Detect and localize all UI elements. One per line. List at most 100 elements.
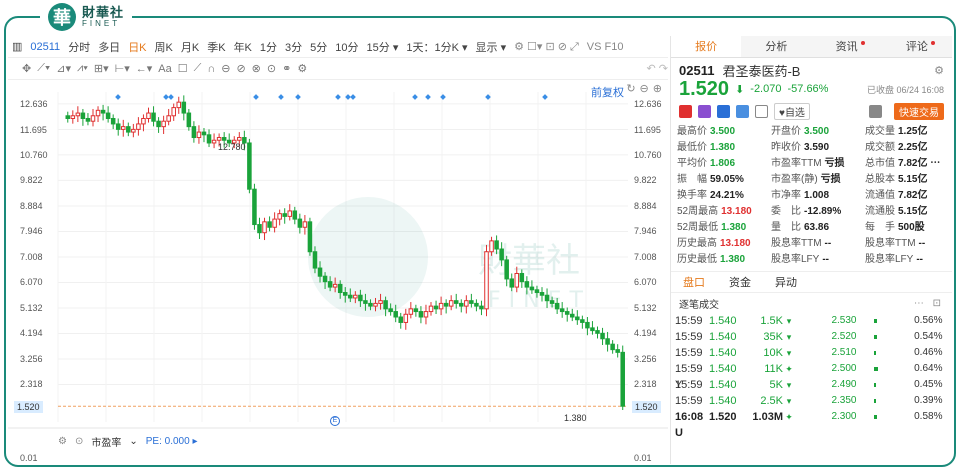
candle-body[interactable]	[307, 221, 313, 253]
candle-body[interactable]	[368, 302, 373, 307]
candle-body[interactable]	[595, 330, 600, 334]
event-marker-icon[interactable]	[335, 94, 341, 100]
candle-body[interactable]	[247, 142, 252, 190]
candle-body[interactable]	[176, 101, 182, 109]
period-option[interactable]: 月K	[177, 39, 203, 55]
candle-body[interactable]	[191, 126, 197, 139]
candle-body[interactable]	[479, 305, 484, 310]
candle-body[interactable]	[570, 313, 575, 318]
candle-body[interactable]	[237, 137, 242, 141]
event-marker-icon[interactable]	[278, 94, 284, 100]
candle-body[interactable]	[342, 292, 348, 296]
candle-body[interactable]	[620, 351, 625, 407]
candle-body[interactable]	[110, 117, 116, 125]
adjust-toggle[interactable]: 前复权	[591, 84, 624, 100]
gear-icon[interactable]: ⚙	[58, 436, 67, 447]
candle-body[interactable]	[474, 302, 479, 307]
candle-body[interactable]	[403, 313, 409, 323]
menu-icon[interactable]: ▥	[8, 40, 26, 53]
wave-tool-icon[interactable]: ⩘▾	[77, 62, 88, 75]
chart-window-controls[interactable]: ↻⊖⊕	[626, 82, 666, 95]
ratio-select[interactable]: 市盈率	[91, 434, 121, 449]
candle-body[interactable]	[166, 115, 171, 122]
candle-body[interactable]	[126, 126, 131, 133]
tab-quote[interactable]: 报价	[671, 36, 742, 57]
candle-body[interactable]	[524, 281, 530, 288]
tab-orderbook[interactable]: 盘口	[683, 274, 705, 290]
candle-body[interactable]	[428, 305, 434, 313]
text-tool-icon[interactable]: Aa	[158, 63, 171, 75]
kline-chart[interactable]: 財華社 FINET 前复权 ↻⊖⊕ 12.636 12.636 11.695 11.69…	[8, 82, 668, 464]
candle-body[interactable]	[332, 283, 338, 288]
candle-body[interactable]	[257, 224, 262, 234]
candle-body[interactable]	[267, 221, 272, 228]
candle-body[interactable]	[519, 272, 525, 283]
candle-body[interactable]	[262, 221, 267, 234]
candle-body[interactable]	[100, 109, 106, 114]
delete-tool-icon[interactable]: ⊗	[252, 62, 261, 75]
range-tool-icon[interactable]: ⊢▾	[115, 62, 130, 75]
line-tool-icon[interactable]: ⟋▾	[37, 62, 50, 75]
fib-tool-icon[interactable]: ⊞▾	[94, 62, 109, 75]
period-option[interactable]: 季K	[203, 39, 229, 55]
candle-body[interactable]	[120, 126, 126, 130]
bell-icon[interactable]	[869, 104, 882, 118]
candle-body[interactable]	[312, 251, 318, 269]
tab-alerts[interactable]: 异动	[775, 274, 797, 290]
candle-body[interactable]	[580, 319, 585, 323]
candle-body[interactable]	[206, 134, 212, 144]
candle-body[interactable]	[75, 112, 81, 117]
stock-code-link[interactable]: 02511	[26, 41, 64, 53]
channel-tool-icon[interactable]: ⊿▾	[56, 62, 71, 75]
candle-body[interactable]	[363, 300, 368, 304]
candle-body[interactable]	[277, 213, 282, 220]
candle-body[interactable]	[181, 101, 187, 114]
candle-body[interactable]	[605, 338, 610, 345]
link-icon[interactable]: ⚭	[282, 62, 291, 75]
candle-body[interactable]	[348, 294, 353, 299]
candle-body[interactable]	[383, 300, 388, 310]
candle-body[interactable]	[327, 281, 333, 288]
undo-icon[interactable]: ↶ ↷	[647, 62, 669, 75]
add-watchlist-button[interactable]: ♥自选	[774, 102, 810, 120]
margin-icon[interactable]	[717, 104, 730, 118]
candle-body[interactable]	[373, 302, 378, 307]
candle-body[interactable]	[282, 213, 287, 217]
candle-body[interactable]	[378, 300, 383, 304]
candle-body[interactable]	[216, 137, 222, 141]
candle-body[interactable]	[146, 112, 151, 119]
candle-body[interactable]	[448, 300, 454, 307]
event-marker-icon[interactable]	[295, 94, 301, 100]
candle-body[interactable]	[136, 123, 141, 130]
magnet-icon[interactable]: ∩	[207, 63, 215, 75]
candle-body[interactable]	[575, 316, 580, 321]
candle-body[interactable]	[151, 112, 156, 122]
candle-body[interactable]	[610, 343, 615, 351]
candle-body[interactable]	[564, 311, 570, 315]
candle-body[interactable]	[494, 240, 499, 250]
candle-body[interactable]	[539, 292, 545, 296]
candle-body[interactable]	[413, 308, 419, 313]
candle-body[interactable]	[504, 259, 509, 280]
event-marker-icon[interactable]	[168, 94, 174, 100]
ruler-tool-icon[interactable]: ⟋	[194, 62, 202, 75]
candle-body[interactable]	[423, 311, 429, 318]
candle-body[interactable]	[85, 117, 91, 122]
candle-body[interactable]	[105, 112, 111, 119]
candle-body[interactable]	[156, 120, 161, 128]
candle-body[interactable]	[292, 210, 298, 220]
gear-icon[interactable]: ⚙	[297, 62, 307, 75]
period-option[interactable]: 多日	[94, 39, 124, 55]
more-icon[interactable]: ⋯ ⊡	[914, 298, 944, 309]
candle-body[interactable]	[272, 218, 277, 228]
visible-icon[interactable]: ⊙	[267, 62, 276, 75]
event-marker-icon[interactable]	[253, 94, 259, 100]
period-option[interactable]: 1分	[256, 39, 281, 55]
hk-connect-icon[interactable]	[679, 104, 692, 118]
candle-body[interactable]	[514, 272, 520, 288]
period-option[interactable]: 日K	[124, 39, 150, 55]
settings-icon[interactable]: ⚙ ☐▾ ⊡ ⊘ ⤢	[510, 40, 583, 54]
candle-body[interactable]	[358, 294, 363, 302]
candle-body[interactable]	[544, 294, 550, 302]
f10-link[interactable]: VS F10	[583, 41, 628, 53]
